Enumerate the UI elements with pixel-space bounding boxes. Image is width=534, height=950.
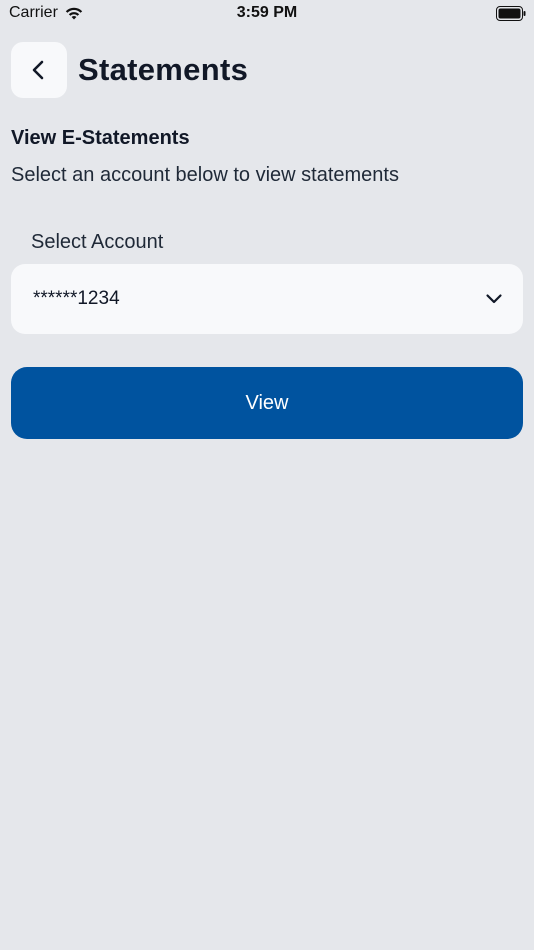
page-header: Statements: [11, 42, 248, 98]
view-button-label: View: [245, 391, 289, 414]
page-title: Statements: [78, 52, 249, 87]
selected-account-value: ******1234: [33, 288, 120, 309]
chevron-down-icon: [486, 294, 502, 304]
view-button[interactable]: View: [11, 367, 523, 439]
battery-icon: [496, 6, 526, 21]
section-title: View E-Statements: [11, 127, 190, 149]
section-subtitle: Select an account below to view statemen…: [11, 164, 399, 186]
back-button[interactable]: [11, 42, 67, 98]
select-account-label: Select Account: [31, 231, 164, 253]
status-bar: Carrier 3:59 PM: [0, 0, 534, 28]
chevron-left-icon: [32, 60, 44, 80]
status-time: 3:59 PM: [236, 4, 298, 21]
account-dropdown[interactable]: ******1234: [11, 264, 523, 334]
